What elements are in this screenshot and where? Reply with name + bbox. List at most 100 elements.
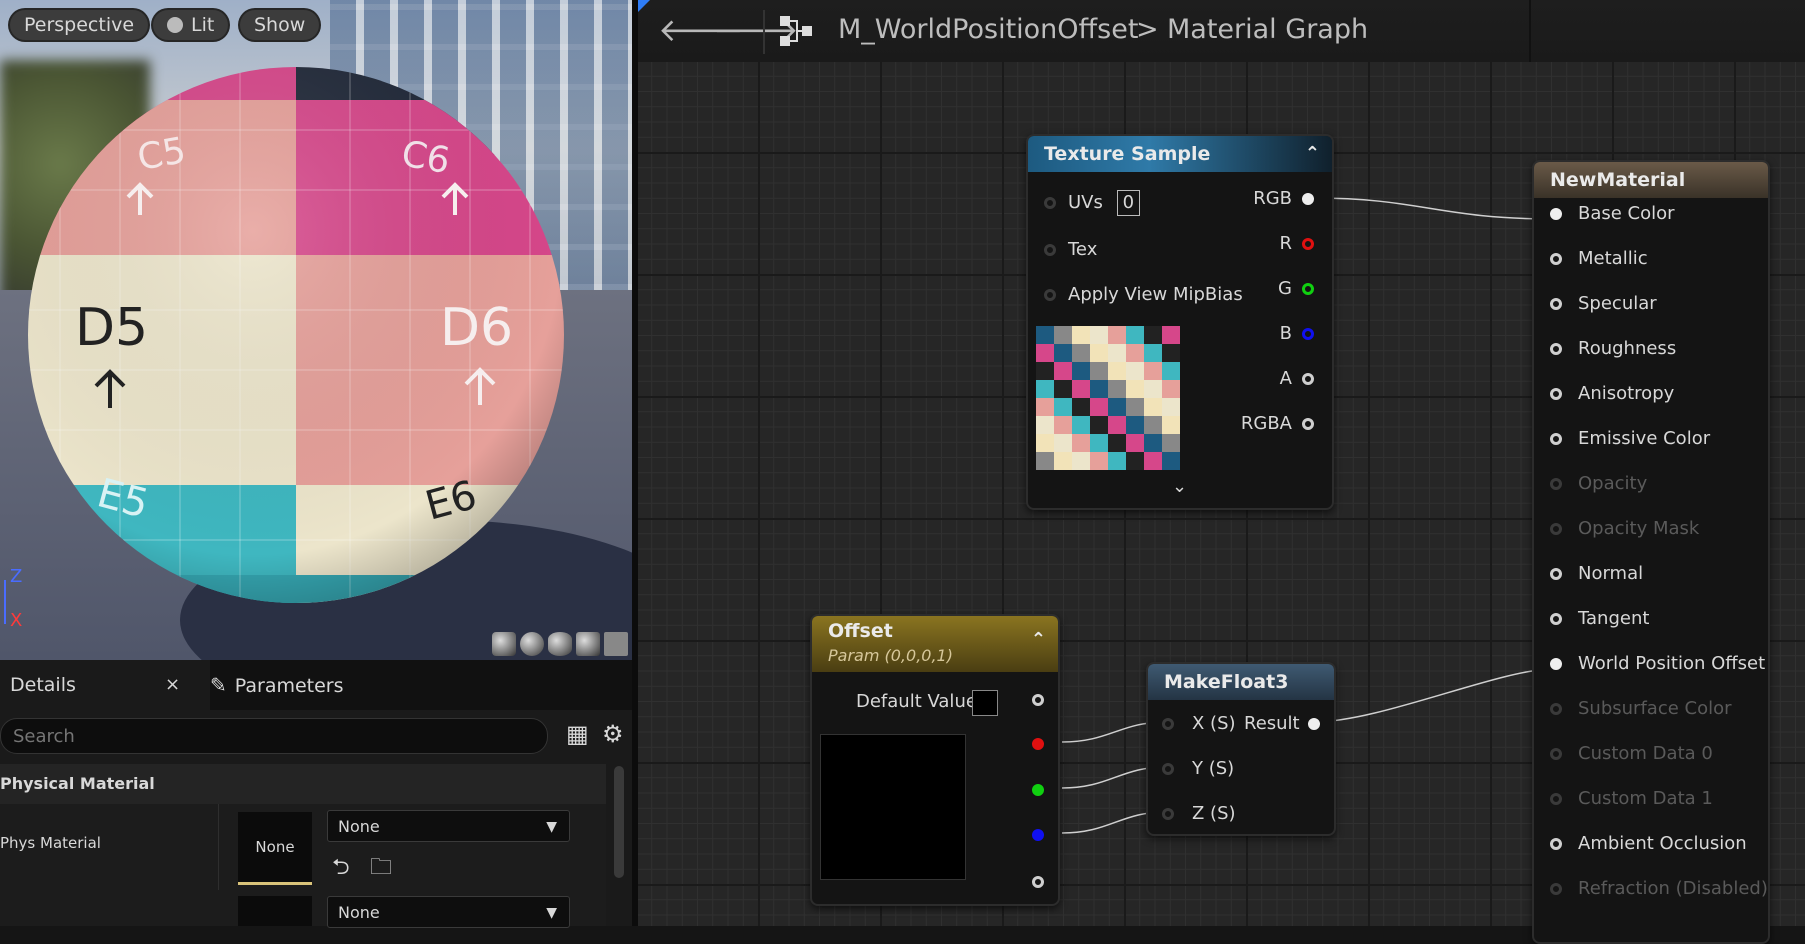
thumbnail-tile bbox=[1108, 380, 1126, 398]
material-input-label: Anisotropy bbox=[1578, 383, 1675, 404]
output-r-pin[interactable] bbox=[1302, 238, 1314, 250]
thumbnail-tile bbox=[1144, 416, 1162, 434]
default-value-swatch[interactable] bbox=[972, 690, 998, 716]
thumbnail-tile bbox=[1108, 398, 1126, 416]
thumbnail-tile bbox=[1126, 434, 1144, 452]
thumbnail-tile bbox=[1090, 452, 1108, 470]
material-input-pin[interactable] bbox=[1550, 253, 1562, 265]
thumbnail-tile bbox=[1144, 452, 1162, 470]
node-title[interactable]: MakeFloat3 bbox=[1148, 664, 1334, 700]
thumbnail-tile bbox=[1108, 452, 1126, 470]
makefloat3-node[interactable]: MakeFloat3 X (S) Y (S) Z (S) Result bbox=[1146, 662, 1336, 836]
material-input-pin[interactable] bbox=[1550, 883, 1562, 895]
thumbnail-tile bbox=[1162, 434, 1180, 452]
node-subtitle: Param (0,0,0,1) bbox=[828, 646, 953, 665]
thumbnail-tile bbox=[1162, 362, 1180, 380]
thumbnail-tile bbox=[1054, 362, 1072, 380]
thumbnail-tile bbox=[1036, 452, 1054, 470]
thumbnail-tile bbox=[1162, 326, 1180, 344]
thumbnail-tile bbox=[1054, 416, 1072, 434]
material-input-label: World Position Offset bbox=[1578, 653, 1766, 674]
material-input-pin[interactable] bbox=[1550, 433, 1562, 445]
output-g-pin[interactable] bbox=[1032, 784, 1044, 796]
texture-thumbnail bbox=[1036, 326, 1180, 470]
output-g-pin[interactable] bbox=[1302, 283, 1314, 295]
material-input-label: Custom Data 1 bbox=[1578, 788, 1713, 809]
thumbnail-tile bbox=[1036, 362, 1054, 380]
collapse-chevron-icon[interactable]: ⌃ bbox=[1305, 136, 1320, 172]
material-input-label: Opacity Mask bbox=[1578, 518, 1700, 539]
thumbnail-tile bbox=[1054, 344, 1072, 362]
thumbnail-tile bbox=[1090, 326, 1108, 344]
output-rgba-pin[interactable] bbox=[1302, 418, 1314, 430]
output-a-pin[interactable] bbox=[1302, 373, 1314, 385]
collapse-chevron-icon[interactable]: ⌃ bbox=[1031, 622, 1046, 658]
material-input-label: Tangent bbox=[1578, 608, 1650, 629]
thumbnail-tile bbox=[1090, 416, 1108, 434]
thumbnail-tile bbox=[1054, 380, 1072, 398]
offset-param-node[interactable]: Offset Param (0,0,0,1) ⌃ Default Value bbox=[810, 614, 1060, 906]
thumbnail-tile bbox=[1144, 326, 1162, 344]
material-input-pin[interactable] bbox=[1550, 298, 1562, 310]
input-y-pin[interactable] bbox=[1162, 763, 1174, 775]
output-result-label: Result bbox=[1244, 713, 1300, 734]
material-input-label: Refraction (Disabled) bbox=[1578, 878, 1768, 899]
material-result-node[interactable]: NewMaterial Base Color Metallic Specular Ro… bbox=[1532, 160, 1770, 944]
material-input-pin[interactable] bbox=[1550, 523, 1562, 535]
material-input-pin[interactable] bbox=[1550, 748, 1562, 760]
thumbnail-tile bbox=[1108, 362, 1126, 380]
material-input-pin[interactable] bbox=[1550, 703, 1562, 715]
material-input-label: Normal bbox=[1578, 563, 1644, 584]
thumbnail-tile bbox=[1090, 362, 1108, 380]
input-z-label: Z (S) bbox=[1192, 803, 1236, 824]
material-input-pin[interactable] bbox=[1550, 208, 1562, 220]
output-result-pin[interactable] bbox=[1308, 718, 1320, 730]
output-a-label: A bbox=[1279, 368, 1292, 389]
thumbnail-tile bbox=[1126, 362, 1144, 380]
thumbnail-tile bbox=[1144, 434, 1162, 452]
output-r-pin[interactable] bbox=[1032, 738, 1044, 750]
output-b-pin[interactable] bbox=[1032, 829, 1044, 841]
material-input-pin[interactable] bbox=[1550, 478, 1562, 490]
thumbnail-tile bbox=[1144, 362, 1162, 380]
material-input-pin[interactable] bbox=[1550, 343, 1562, 355]
thumbnail-tile bbox=[1054, 398, 1072, 416]
expand-chevron-icon[interactable]: ⌄ bbox=[1172, 476, 1187, 497]
output-rgb-pin[interactable] bbox=[1302, 193, 1314, 205]
node-title[interactable]: NewMaterial bbox=[1534, 162, 1768, 198]
material-input-label: Opacity bbox=[1578, 473, 1648, 494]
output-a-pin[interactable] bbox=[1032, 876, 1044, 888]
pin-tex[interactable]: Tex bbox=[1044, 238, 1097, 262]
thumbnail-tile bbox=[1162, 398, 1180, 416]
thumbnail-tile bbox=[1036, 416, 1054, 434]
input-x-pin[interactable] bbox=[1162, 718, 1174, 730]
thumbnail-tile bbox=[1126, 398, 1144, 416]
node-title[interactable]: Texture Sample ⌃ bbox=[1028, 136, 1332, 172]
material-input-pin[interactable] bbox=[1550, 838, 1562, 850]
material-input-pin[interactable] bbox=[1550, 613, 1562, 625]
thumbnail-tile bbox=[1144, 344, 1162, 362]
thumbnail-tile bbox=[1036, 398, 1054, 416]
thumbnail-tile bbox=[1144, 380, 1162, 398]
output-rgba-pin[interactable] bbox=[1032, 694, 1044, 706]
wire-rgb-basecolor bbox=[1313, 197, 1554, 220]
thumbnail-tile bbox=[1054, 326, 1072, 344]
output-b-pin[interactable] bbox=[1302, 328, 1314, 340]
thumbnail-tile bbox=[1090, 380, 1108, 398]
material-input-pin[interactable] bbox=[1550, 568, 1562, 580]
node-title[interactable]: Offset Param (0,0,0,1) ⌃ bbox=[812, 616, 1058, 672]
thumbnail-tile bbox=[1162, 416, 1180, 434]
thumbnail-tile bbox=[1090, 398, 1108, 416]
material-input-label: Base Color bbox=[1578, 203, 1675, 224]
default-value-label: Default Value bbox=[856, 691, 977, 712]
output-r-label: R bbox=[1279, 233, 1292, 254]
thumbnail-tile bbox=[1054, 452, 1072, 470]
pin-apply-view-mipbias[interactable]: Apply View MipBias bbox=[1044, 283, 1243, 307]
input-z-pin[interactable] bbox=[1162, 808, 1174, 820]
material-input-pin[interactable] bbox=[1550, 658, 1562, 670]
uv-index-field[interactable]: 0 bbox=[1116, 190, 1141, 216]
material-input-pin[interactable] bbox=[1550, 793, 1562, 805]
material-input-pin[interactable] bbox=[1550, 388, 1562, 400]
texture-sample-node[interactable]: Texture Sample ⌃ UVs 0 Tex Apply View Mi… bbox=[1026, 134, 1334, 510]
pin-uvs[interactable]: UVs 0 bbox=[1044, 190, 1141, 216]
